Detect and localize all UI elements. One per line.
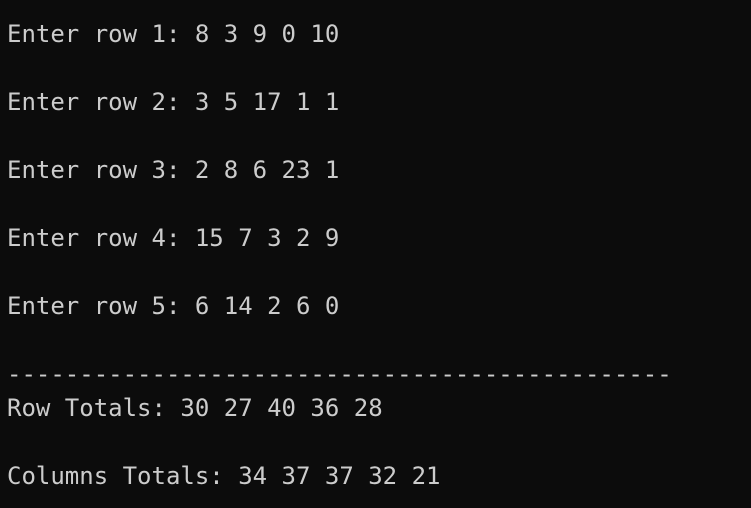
console-line-row-5: Enter row 5: 6 14 2 6 0 <box>7 292 340 320</box>
console-line-row-totals: Row Totals: 30 27 40 36 28 <box>7 394 383 422</box>
console-line-row-2: Enter row 2: 3 5 17 1 1 <box>7 88 340 116</box>
console-line-row-1: Enter row 1: 8 3 9 0 10 <box>7 20 340 48</box>
console-window[interactable]: Enter row 1: 8 3 9 0 10 Enter row 2: 3 5… <box>0 0 751 508</box>
console-separator-line: ----------------------------------------… <box>7 360 672 388</box>
console-line-row-4: Enter row 4: 15 7 3 2 9 <box>7 224 340 252</box>
console-line-column-totals: Columns Totals: 34 37 37 32 21 <box>7 462 441 490</box>
console-line-row-3: Enter row 3: 2 8 6 23 1 <box>7 156 340 184</box>
